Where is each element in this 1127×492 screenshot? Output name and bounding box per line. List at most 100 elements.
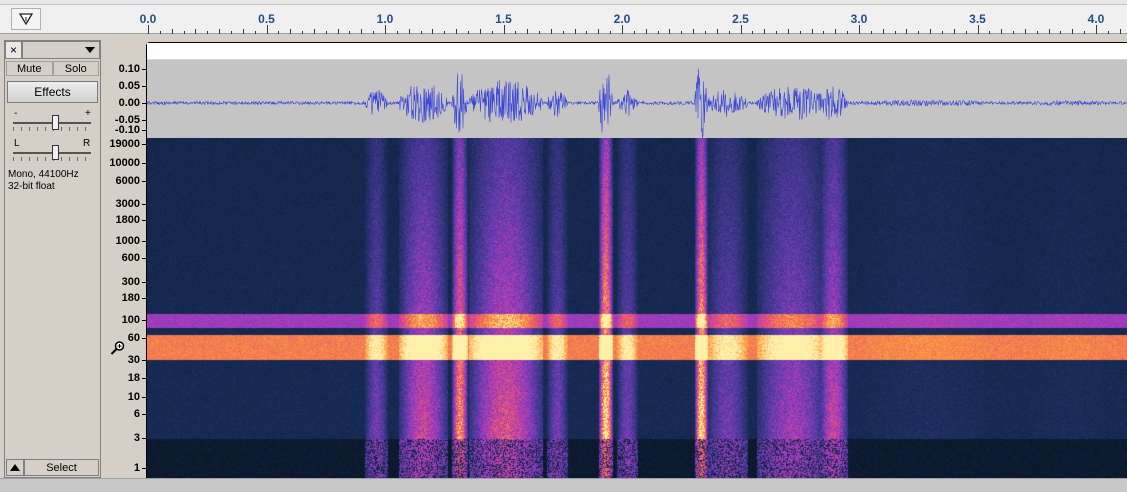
timeline-tick-mark <box>847 31 849 34</box>
spectrogram-scale-label: 18 <box>127 372 140 384</box>
timeline-tick-mark <box>1048 29 1050 34</box>
timeline-tick-mark <box>799 31 801 34</box>
timeline-tick-mark <box>740 25 742 34</box>
timeline-tick-mark <box>479 29 481 34</box>
timeline-tick-mark <box>302 31 304 34</box>
timeline-tick-mark <box>148 25 149 34</box>
waveform-line <box>146 68 1127 139</box>
timeline-tick-mark <box>1084 31 1086 34</box>
timeline-tick-mark <box>906 29 908 34</box>
timeline-tick-mark <box>432 29 434 34</box>
timeline-tick-mark <box>1013 31 1015 34</box>
timeline-tick-mark <box>716 29 718 34</box>
timeline-tick-mark <box>918 31 920 34</box>
track-rate-text: Mono, 44100Hz <box>8 169 79 180</box>
timeline-scale[interactable]: 0.0 0.5 1.0 1.5 2.0 2.5 3.0 3.5 4.0 <box>140 5 1127 34</box>
timeline-tick-label: 0.0 <box>139 12 157 26</box>
timeline-tick-mark <box>539 31 541 34</box>
timeline-tick-mark <box>681 31 683 34</box>
timeline-tick-mark <box>503 25 505 34</box>
spectrogram-scale-label: 10000 <box>109 157 140 169</box>
timeline-tick-mark <box>704 31 706 34</box>
timeline-tick-mark <box>207 31 209 34</box>
close-track-button[interactable]: × <box>5 41 22 59</box>
spectrogram-scale-label: 6 <box>133 408 140 420</box>
spectrogram-scale-label: 6000 <box>115 175 140 187</box>
spectrogram-view[interactable] <box>147 138 1127 478</box>
ruler-menu-button[interactable] <box>11 8 41 30</box>
gain-slider-thumb[interactable] <box>52 115 60 130</box>
timeline-tick-mark <box>657 31 659 34</box>
spectrogram-scale-label: 10 <box>127 391 140 403</box>
spectrogram-scale-label: 1 <box>133 462 140 474</box>
timeline-tick-label: 3.5 <box>969 12 986 26</box>
timeline-ruler[interactable]: 0.0 0.5 1.0 1.5 2.0 2.5 3.0 3.5 4.0 <box>0 0 1127 34</box>
timeline-tick-mark <box>396 31 398 34</box>
track-info: Mono, 44100Hz 32-bit float <box>8 169 79 193</box>
timeline-tick-mark <box>1107 31 1109 34</box>
mute-solo-row: Mute Solo <box>6 61 99 76</box>
timeline-tick-mark <box>325 31 327 34</box>
timeline-tick-mark <box>598 29 600 34</box>
timeline-tick-mark <box>787 29 789 34</box>
timeline-tick-mark <box>835 29 837 34</box>
timeline-tick-mark <box>183 31 185 34</box>
timeline-tick-label: 2.5 <box>732 12 749 26</box>
timeline-tick-mark <box>242 29 244 34</box>
timeline-tick-mark <box>953 29 955 34</box>
timeline-tick-mark <box>159 31 161 34</box>
pan-slider[interactable] <box>13 143 91 163</box>
spectrogram-scale-label: 180 <box>121 292 140 304</box>
timeline-tick-mark <box>586 31 588 34</box>
timeline-tick-label: 1.0 <box>376 12 394 26</box>
track-format-text: 32-bit float <box>8 181 55 192</box>
vertical-ruler[interactable]: 0.10 0.05 0.00 -0.05 -0.10 19000 10000 6000 3000… <box>102 60 146 478</box>
spectrogram-canvas <box>147 138 1127 478</box>
timeline-tick-mark <box>373 31 375 34</box>
waveform-scale-label: -0.10 <box>114 124 140 136</box>
track-name-dropdown[interactable] <box>22 41 100 59</box>
timeline-tick-mark <box>230 31 232 34</box>
track-control-panel: × Mute Solo Effects - + L R Mono, 44100H… <box>4 40 101 478</box>
timeline-tick-mark <box>823 31 825 34</box>
spectrogram-scale-label: 600 <box>121 252 140 264</box>
timeline-tick-mark <box>764 29 766 34</box>
timeline-tick-mark <box>337 29 339 34</box>
timeline-tick-mark <box>361 29 363 34</box>
timeline-tick-mark <box>1060 31 1062 34</box>
timeline-tick-mark <box>1024 29 1026 34</box>
track-header: × <box>5 41 100 59</box>
timeline-tick-mark <box>574 29 576 34</box>
mute-button[interactable]: Mute <box>6 61 53 76</box>
timeline-tick-mark <box>195 29 197 34</box>
spectrogram-scale-label: 100 <box>121 314 140 326</box>
gain-slider[interactable] <box>13 113 91 133</box>
timeline-tick-mark <box>728 31 730 34</box>
timeline-tick-mark <box>965 31 967 34</box>
horizontal-scrollbar[interactable] <box>0 478 1127 492</box>
timeline-tick-label: 2.0 <box>613 12 631 26</box>
timeline-tick-mark <box>266 25 268 34</box>
close-icon: × <box>9 43 17 57</box>
select-track-button[interactable]: Select <box>24 459 99 476</box>
track-bottom-row: Select <box>6 459 99 476</box>
timeline-tick-mark <box>1001 29 1003 34</box>
timeline-tick-mark <box>444 31 446 34</box>
spectrogram-scale-label: 3 <box>133 432 140 444</box>
timeline-tick-mark <box>622 25 623 34</box>
timeline-tick-mark <box>527 29 529 34</box>
timeline-tick-label: 4.0 <box>1087 12 1105 26</box>
timeline-tick-mark <box>930 29 932 34</box>
collapse-track-button[interactable] <box>6 459 24 476</box>
timeline-tick-label: 0.5 <box>258 12 275 26</box>
solo-button[interactable]: Solo <box>52 61 99 76</box>
chevron-down-icon <box>85 47 95 53</box>
timeline-tick-mark <box>989 31 991 34</box>
timeline-tick-mark <box>254 31 256 34</box>
effects-button[interactable]: Effects <box>7 81 98 103</box>
timeline-tick-mark <box>776 31 778 34</box>
waveform-view[interactable] <box>146 60 1127 139</box>
pan-slider-thumb[interactable] <box>52 145 60 160</box>
timeline-tick-mark <box>811 29 813 34</box>
timeline-tick-mark <box>1072 29 1074 34</box>
